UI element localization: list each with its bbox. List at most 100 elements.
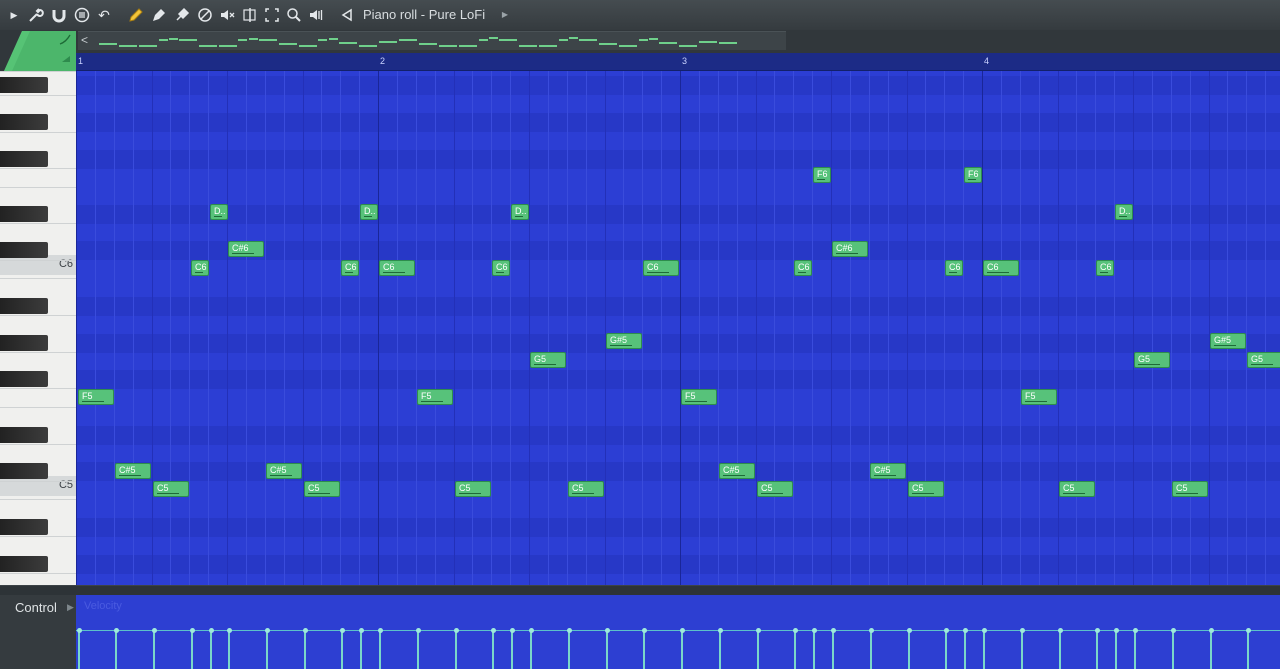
velocity-bar[interactable] xyxy=(228,630,230,669)
note[interactable]: G5 xyxy=(1134,352,1170,368)
velocity-bar[interactable] xyxy=(360,630,362,669)
note[interactable]: C6 xyxy=(379,260,415,276)
note[interactable]: F6 xyxy=(813,167,831,183)
velocity-handle[interactable] xyxy=(981,628,987,633)
velocity-handle[interactable] xyxy=(358,628,364,633)
note[interactable]: D.. xyxy=(511,204,529,220)
menu-arrow-icon[interactable]: ▶ xyxy=(9,6,19,24)
note[interactable]: F6 xyxy=(964,167,982,183)
velocity-bar[interactable] xyxy=(719,630,721,669)
velocity-handle[interactable] xyxy=(302,628,308,633)
velocity-handle[interactable] xyxy=(868,628,874,633)
overview-strip[interactable]: < xyxy=(78,31,786,50)
velocity-handle[interactable] xyxy=(1019,628,1025,633)
velocity-bar[interactable] xyxy=(455,630,457,669)
note[interactable]: C5 xyxy=(908,481,944,497)
velocity-bar[interactable] xyxy=(1172,630,1174,669)
note[interactable]: C6 xyxy=(492,260,510,276)
note[interactable]: C5 xyxy=(153,481,189,497)
velocity-bar[interactable] xyxy=(417,630,419,669)
note[interactable]: F5 xyxy=(681,389,717,405)
velocity-handle[interactable] xyxy=(1094,628,1100,633)
note[interactable]: F5 xyxy=(417,389,453,405)
mute-icon[interactable] xyxy=(196,6,214,24)
black-key[interactable] xyxy=(0,114,48,130)
velocity-bar[interactable] xyxy=(341,630,343,669)
piano-keyboard[interactable]: C6 C5 xyxy=(0,71,78,585)
black-key[interactable] xyxy=(0,298,48,314)
velocity-bar[interactable] xyxy=(681,630,683,669)
delete-icon[interactable] xyxy=(173,6,191,24)
note[interactable]: C#5 xyxy=(115,463,151,479)
velocity-handle[interactable] xyxy=(113,628,119,633)
note[interactable]: G#5 xyxy=(606,333,642,349)
note[interactable]: C#6 xyxy=(228,241,264,257)
note[interactable]: C6 xyxy=(191,260,209,276)
velocity-handle[interactable] xyxy=(490,628,496,633)
note[interactable]: C5 xyxy=(1059,481,1095,497)
note[interactable]: G5 xyxy=(1247,352,1280,368)
paint-icon[interactable] xyxy=(150,6,168,24)
velocity-bar[interactable] xyxy=(1210,630,1212,669)
note-grid[interactable]: F5 C#5 C5 C6 D.. C#6 C#5 C5 C6 D.. C6 F5 C5 C6 D.. G5 C5… xyxy=(76,71,1280,585)
note[interactable]: C6 xyxy=(945,260,963,276)
velocity-handle[interactable] xyxy=(717,628,723,633)
magnet-icon[interactable] xyxy=(50,6,68,24)
velocity-bar[interactable] xyxy=(757,630,759,669)
speaker-icon[interactable] xyxy=(339,6,357,24)
velocity-bar[interactable] xyxy=(1096,630,1098,669)
velocity-bar[interactable] xyxy=(945,630,947,669)
wrench-icon[interactable] xyxy=(27,6,45,24)
velocity-bar[interactable] xyxy=(568,630,570,669)
velocity-bar[interactable] xyxy=(813,630,815,669)
note[interactable]: C5 xyxy=(568,481,604,497)
velocity-handle[interactable] xyxy=(151,628,157,633)
velocity-handle[interactable] xyxy=(453,628,459,633)
velocity-handle[interactable] xyxy=(679,628,685,633)
snap-icon[interactable] xyxy=(73,6,91,24)
velocity-bar[interactable] xyxy=(1115,630,1117,669)
note[interactable]: C#5 xyxy=(266,463,302,479)
velocity-handle[interactable] xyxy=(76,628,82,633)
velocity-handle[interactable] xyxy=(755,628,761,633)
note[interactable]: F5 xyxy=(78,389,114,405)
velocity-handle[interactable] xyxy=(1113,628,1119,633)
velocity-handle[interactable] xyxy=(1132,628,1138,633)
note[interactable]: G#5 xyxy=(1210,333,1246,349)
control-arrow-icon[interactable]: ▶ xyxy=(67,602,74,613)
note[interactable]: C6 xyxy=(341,260,359,276)
velocity-handle[interactable] xyxy=(1170,628,1176,633)
velocity-bar[interactable] xyxy=(606,630,608,669)
velocity-bar[interactable] xyxy=(492,630,494,669)
velocity-bar[interactable] xyxy=(511,630,513,669)
piano-key-c5[interactable]: C5 xyxy=(0,476,76,496)
velocity-handle[interactable] xyxy=(962,628,968,633)
velocity-handle[interactable] xyxy=(339,628,345,633)
note[interactable]: C6 xyxy=(794,260,812,276)
note[interactable]: D.. xyxy=(1115,204,1133,220)
velocity-handle[interactable] xyxy=(811,628,817,633)
velocity-handle[interactable] xyxy=(1208,628,1214,633)
velocity-handle[interactable] xyxy=(528,628,534,633)
note[interactable]: C5 xyxy=(757,481,793,497)
note[interactable]: D.. xyxy=(210,204,228,220)
velocity-handle[interactable] xyxy=(906,628,912,633)
velocity-handle[interactable] xyxy=(226,628,232,633)
zoom-icon[interactable] xyxy=(285,6,303,24)
velocity-bar[interactable] xyxy=(304,630,306,669)
note[interactable]: C5 xyxy=(304,481,340,497)
velocity-handle[interactable] xyxy=(264,628,270,633)
velocity-handle[interactable] xyxy=(415,628,421,633)
velocity-handle[interactable] xyxy=(641,628,647,633)
note[interactable]: C#5 xyxy=(719,463,755,479)
velocity-handle[interactable] xyxy=(792,628,798,633)
velocity-pane[interactable]: Velocity xyxy=(76,595,1280,669)
velocity-bar[interactable] xyxy=(832,630,834,669)
velocity-bar[interactable] xyxy=(908,630,910,669)
note[interactable]: G5 xyxy=(530,352,566,368)
pencil-icon[interactable] xyxy=(127,6,145,24)
velocity-bar[interactable] xyxy=(964,630,966,669)
velocity-bar[interactable] xyxy=(153,630,155,669)
velocity-bar[interactable] xyxy=(379,630,381,669)
black-key[interactable] xyxy=(0,371,48,387)
